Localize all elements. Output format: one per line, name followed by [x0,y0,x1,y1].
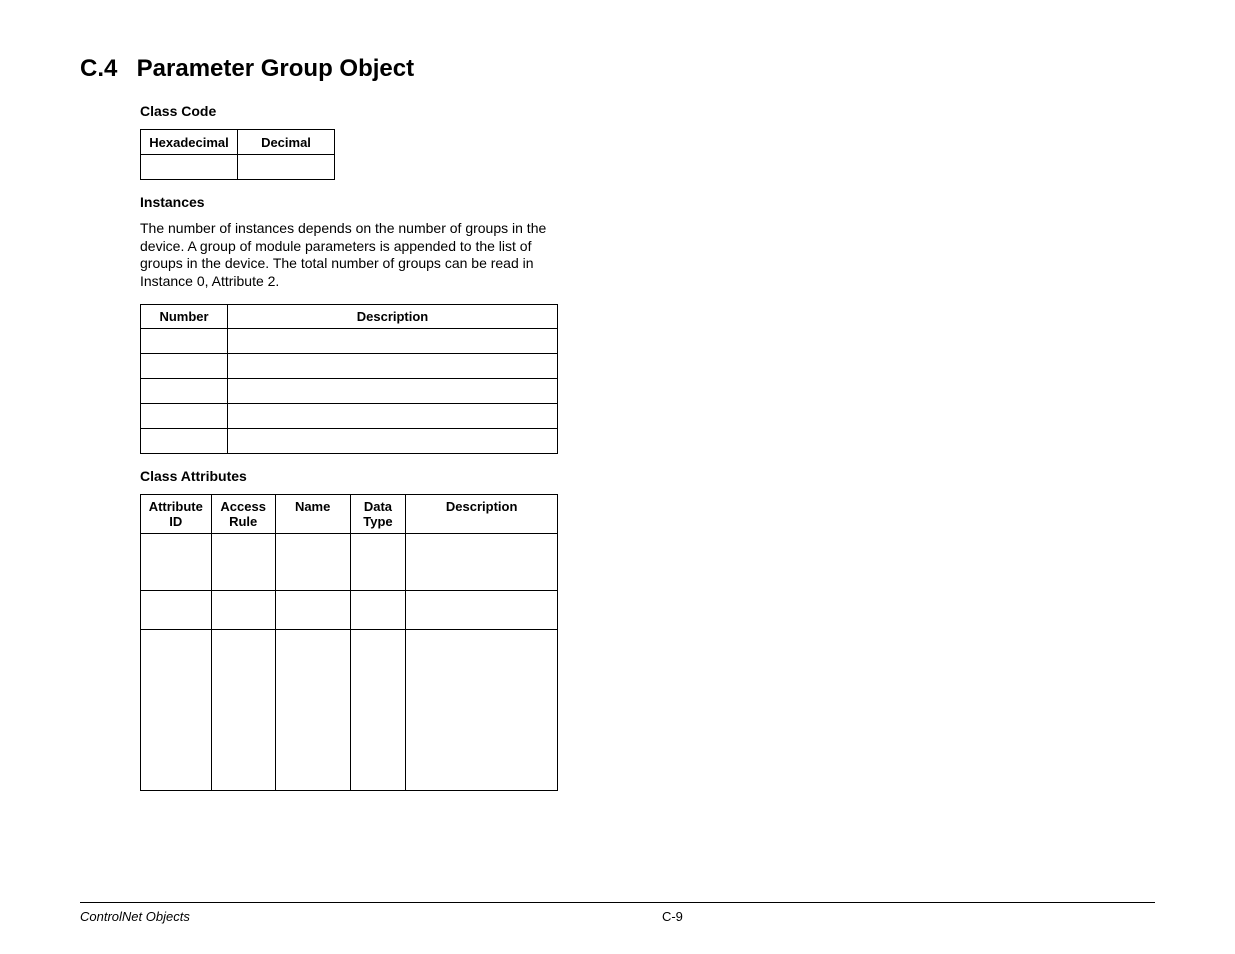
instances-text: The number of instances depends on the n… [140,220,560,290]
class-attributes-label: Class Attributes [140,468,560,484]
table-row [141,404,558,429]
attid-header: Attribute ID [141,495,212,534]
section-number: C.4 [80,55,130,83]
dec-header: Decimal [238,130,335,155]
hex-header: Hexadecimal [141,130,238,155]
class-code-label: Class Code [140,103,560,119]
description-header: Description [228,305,558,329]
dtype-header: Data Type [350,495,406,534]
number-header: Number [141,305,228,329]
table-row [141,379,558,404]
table-row [141,591,558,630]
hex-value [141,155,238,180]
table-row [141,630,558,791]
footer-page-number: C-9 [80,909,1155,924]
table-row [141,329,558,354]
table-row [141,534,558,591]
table-row [141,429,558,454]
class-code-table: Hexadecimal Decimal [140,129,335,180]
section-heading: C.4 Parameter Group Object [80,55,1155,83]
table-row [141,354,558,379]
instances-label: Instances [140,194,560,210]
instances-table: Number Description [140,304,558,454]
content-area: Class Code Hexadecimal Decimal Instances… [140,103,560,791]
access-header: Access Rule [211,495,275,534]
class-attributes-table: Attribute ID Access Rule Name Data Type … [140,494,558,791]
name-header: Name [275,495,350,534]
footer-left: ControlNet Objects [80,909,190,924]
section-title: Parameter Group Object [137,55,414,82]
dec-value [238,155,335,180]
desc-header: Description [406,495,558,534]
page-footer: ControlNet Objects C-9 [80,902,1155,924]
